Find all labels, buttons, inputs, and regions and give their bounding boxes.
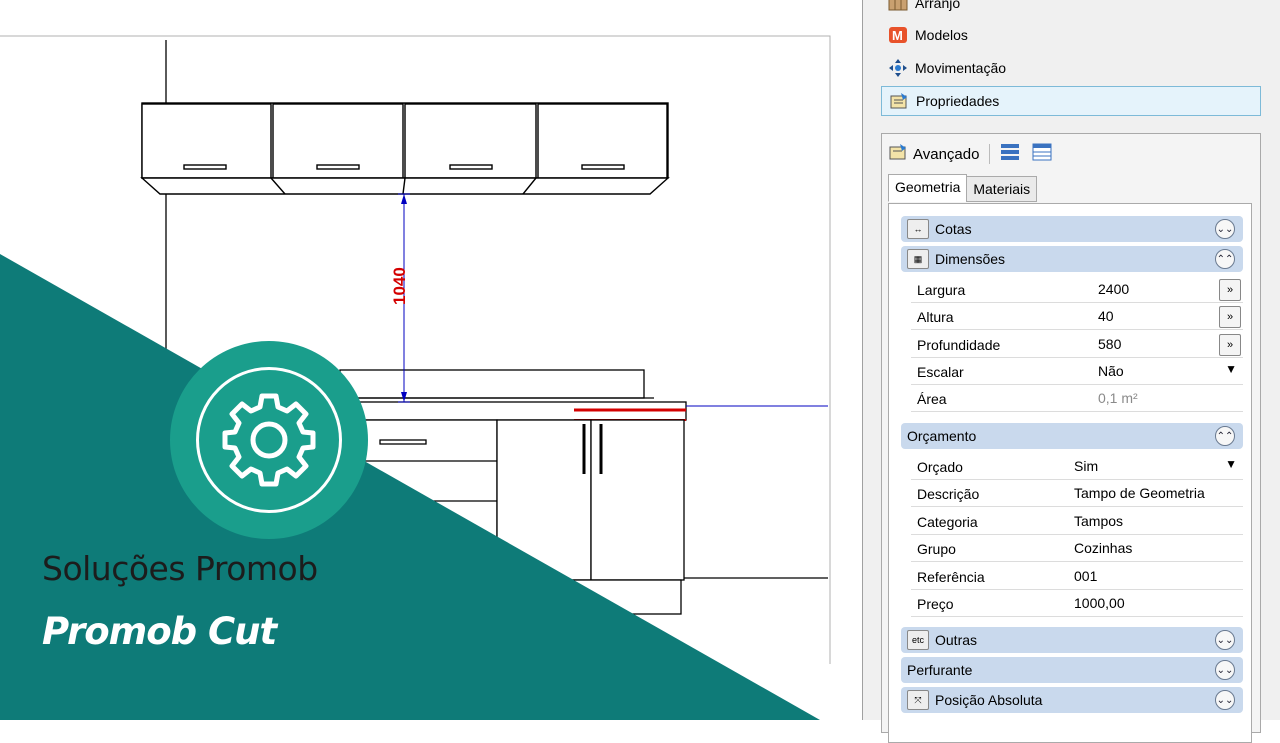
tab-geometria[interactable]: Geometria <box>888 174 968 202</box>
expand-icon[interactable]: ⌄⌄ <box>1215 690 1235 710</box>
advanced-button[interactable]: Avançado <box>913 146 979 163</box>
property-label: Descrição <box>917 486 980 502</box>
property-row-grupo: Grupo Cozinhas <box>911 535 1243 562</box>
property-label: Escalar <box>917 364 964 380</box>
section-label: Dimensões <box>935 251 1006 267</box>
property-label: Altura <box>917 309 954 325</box>
drawing-canvas[interactable]: 1040 Soluções Promob Promob Cut <box>0 0 862 720</box>
sidebar-item-label: Propriedades <box>916 93 1000 109</box>
svg-text:M: M <box>892 28 903 43</box>
property-label: Referência <box>917 569 985 585</box>
sidebar-item-label: Arranjo <box>915 0 961 11</box>
properties-icon <box>888 91 910 111</box>
properties-toolbar: Avançado <box>888 140 1052 168</box>
expand-icon[interactable]: ⌄⌄ <box>1215 219 1235 239</box>
preco-input[interactable]: 1000,00 <box>1069 593 1239 614</box>
property-label: Área <box>917 391 947 407</box>
gear-badge <box>170 341 368 539</box>
section-orcamento[interactable]: Orçamento ⌃⌃ <box>901 423 1243 449</box>
countertop <box>339 369 687 421</box>
descricao-input[interactable]: Tampo de Geometria <box>1069 483 1239 504</box>
properties-panel: Avançado Geometria Materiais ↔ Cotas ⌄⌄ … <box>881 133 1261 743</box>
section-posicao-absoluta[interactable]: ⤧ Posição Absoluta ⌄⌄ <box>901 687 1243 713</box>
property-label: Categoria <box>917 514 978 530</box>
toolbar-divider <box>989 144 991 164</box>
expand-icon[interactable]: ⌄⌄ <box>1215 630 1235 650</box>
expand-icon[interactable]: ⌄⌄ <box>1215 660 1235 680</box>
cotas-icon: ↔ <box>907 219 929 239</box>
sidebar-item-arranjo[interactable]: Arranjo <box>881 0 1261 18</box>
grupo-input[interactable]: Cozinhas <box>1069 538 1239 559</box>
property-label: Grupo <box>917 541 956 557</box>
categoria-input[interactable]: Tampos <box>1069 511 1239 532</box>
area-value: 0,1 m² <box>1093 388 1213 409</box>
property-row-altura: Altura 40 » <box>911 303 1243 330</box>
sidebar-item-modelos[interactable]: M Modelos <box>881 20 1261 50</box>
section-cotas[interactable]: ↔ Cotas ⌄⌄ <box>901 216 1243 242</box>
section-label: Orçamento <box>907 428 977 444</box>
property-row-descricao: Descrição Tampo de Geometria <box>911 480 1243 507</box>
brand-subtitle: Promob Cut <box>42 610 277 653</box>
dimension-label: 1040 <box>390 267 409 305</box>
collapse-icon[interactable]: ⌃⌃ <box>1215 249 1235 269</box>
section-label: Posição Absoluta <box>935 692 1043 708</box>
section-outras[interactable]: etc Outras ⌄⌄ <box>901 627 1243 653</box>
sidebar-item-label: Movimentação <box>915 60 1007 76</box>
advanced-icon <box>888 143 908 165</box>
section-label: Perfurante <box>907 662 973 678</box>
largura-expand-button[interactable]: » <box>1219 279 1241 301</box>
position-icon: ⤧ <box>907 690 929 710</box>
gear-icon <box>222 393 316 487</box>
dropdown-arrow-icon[interactable]: ▼ <box>1225 362 1237 376</box>
property-row-orcado: Orçado Sim ▼ <box>911 453 1243 480</box>
altura-input[interactable]: 40 <box>1093 306 1213 327</box>
escalar-select[interactable]: Não <box>1093 361 1213 382</box>
property-label: Preço <box>917 596 954 612</box>
property-label: Profundidade <box>917 337 1001 353</box>
outras-icon: etc <box>907 630 929 650</box>
property-label: Orçado <box>917 459 963 475</box>
sidebar-item-propriedades[interactable]: Propriedades <box>881 86 1261 116</box>
brand-title: Soluções Promob <box>42 549 318 588</box>
tab-bar: Geometria Materiais <box>888 174 1038 202</box>
dimensions-icon: ▦ <box>907 249 929 269</box>
property-row-profundidade: Profundidade 580 » <box>911 331 1243 358</box>
section-dimensoes[interactable]: ▦ Dimensões ⌃⌃ <box>901 246 1243 272</box>
categorized-view-icon[interactable] <box>1000 143 1020 165</box>
section-perfurante[interactable]: Perfurante ⌄⌄ <box>901 657 1243 683</box>
tab-materiais[interactable]: Materiais <box>966 176 1038 202</box>
property-row-preco: Preço 1000,00 <box>911 590 1243 617</box>
property-label: Largura <box>917 282 966 298</box>
property-row-largura: Largura 2400 » <box>911 276 1243 303</box>
upper-cabinets <box>140 102 670 195</box>
sidebar-item-movimentacao[interactable]: Movimentação <box>881 53 1261 83</box>
altura-expand-button[interactable]: » <box>1219 306 1241 328</box>
table-view-icon[interactable] <box>1032 143 1052 165</box>
modelos-icon: M <box>887 25 909 45</box>
property-row-area: Área 0,1 m² <box>911 385 1243 412</box>
collapse-icon[interactable]: ⌃⌃ <box>1215 426 1235 446</box>
profundidade-expand-button[interactable]: » <box>1219 334 1241 356</box>
section-label: Cotas <box>935 221 972 237</box>
property-grid: ↔ Cotas ⌄⌄ ▦ Dimensões ⌃⌃ Largura 2400 »… <box>888 203 1252 743</box>
referencia-input[interactable]: 001 <box>1069 566 1239 587</box>
arranjo-icon <box>887 0 909 13</box>
right-panel: Arranjo M Modelos Movimentação Proprieda… <box>862 0 1280 743</box>
section-label: Outras <box>935 632 978 648</box>
profundidade-input[interactable]: 580 <box>1093 334 1213 355</box>
dropdown-arrow-icon[interactable]: ▼ <box>1225 457 1237 471</box>
property-row-escalar: Escalar Não ▼ <box>911 358 1243 385</box>
sidebar-item-label: Modelos <box>915 27 968 43</box>
move-icon <box>887 58 909 78</box>
property-row-referencia: Referência 001 <box>911 563 1243 590</box>
property-row-categoria: Categoria Tampos <box>911 508 1243 535</box>
base-cabinets <box>339 419 685 615</box>
orcado-select[interactable]: Sim <box>1069 456 1219 477</box>
largura-input[interactable]: 2400 <box>1093 279 1213 300</box>
